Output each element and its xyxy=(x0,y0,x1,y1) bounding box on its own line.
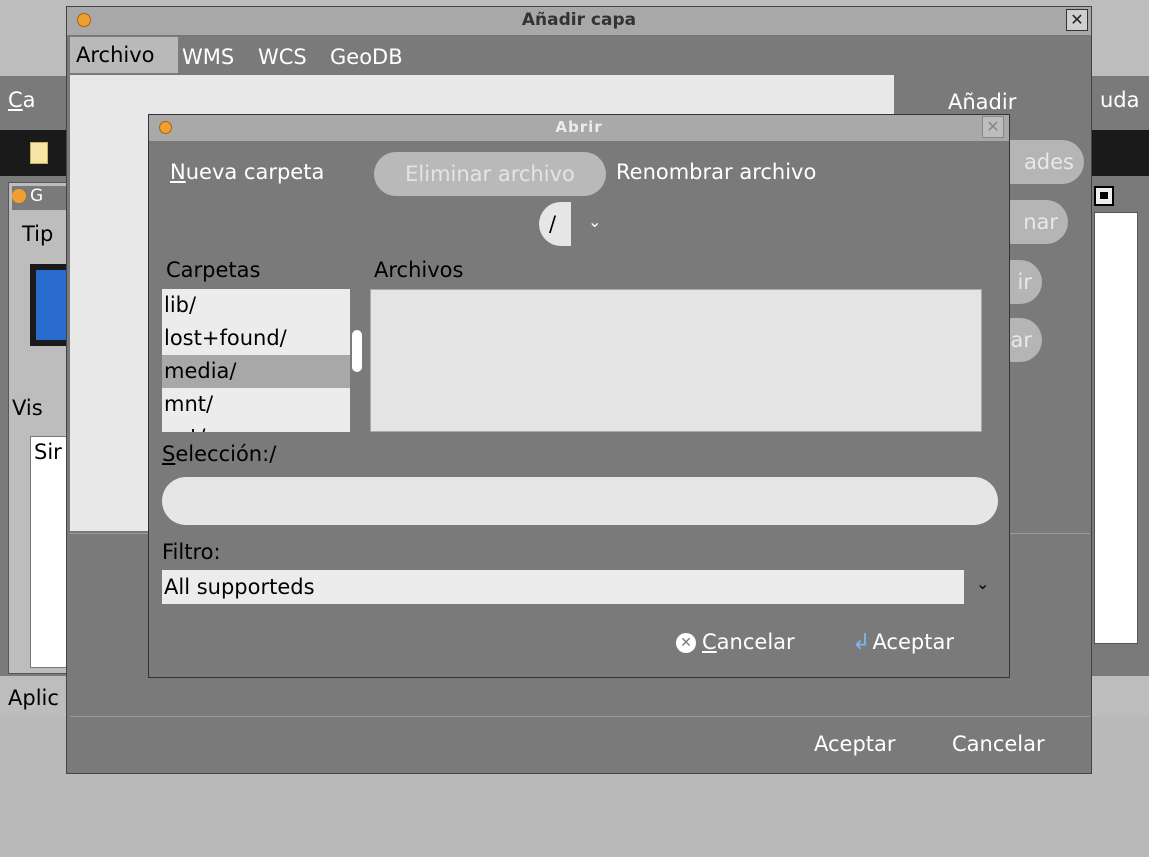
new-folder-button[interactable]: Nueva carpeta xyxy=(170,160,324,184)
layers-icon[interactable] xyxy=(30,264,70,346)
accept-button[interactable]: Aceptar xyxy=(814,732,896,756)
list-item[interactable]: lost+found/ xyxy=(162,322,350,355)
list-item[interactable]: opt/ xyxy=(162,421,350,432)
enter-arrow-icon: ↲ xyxy=(852,630,871,655)
filter-label: Filtro: xyxy=(162,540,221,564)
list-item[interactable]: mnt/ xyxy=(162,388,350,421)
divider xyxy=(70,716,1090,717)
list-item[interactable]: lib/ xyxy=(162,289,350,322)
filter-select[interactable]: All supporteds xyxy=(162,570,964,604)
tab-wcs[interactable]: WCS xyxy=(258,37,307,73)
background-right-panel xyxy=(1094,212,1138,644)
background-label-tipo: Tip xyxy=(22,222,54,246)
add-button[interactable]: Añadir xyxy=(948,90,1016,114)
background-list-item[interactable]: Sir xyxy=(34,440,62,464)
folders-list[interactable]: lib/ lost+found/ media/ mnt/ opt/ xyxy=(162,289,350,432)
add-layer-title: Añadir capa xyxy=(521,10,637,30)
files-list[interactable] xyxy=(370,289,982,432)
chevron-down-icon[interactable]: ⌄ xyxy=(976,574,989,593)
background-menu-item[interactable]: Ca xyxy=(8,88,36,112)
delete-file-button[interactable]: Eliminar archivo xyxy=(374,152,606,196)
open-file-titlebar: Abrir xyxy=(149,115,1009,141)
chevron-down-icon[interactable]: ⌄ xyxy=(588,212,601,231)
background-label-vis: Vis xyxy=(12,396,43,420)
tab-archivo[interactable]: Archivo xyxy=(70,37,178,73)
selection-input[interactable] xyxy=(162,477,998,525)
background-menu-item-help[interactable]: uda xyxy=(1100,88,1140,112)
cancel-button[interactable]: Cancelar xyxy=(952,732,1045,756)
accept-button[interactable]: ↲Aceptar xyxy=(852,630,954,655)
folders-label: Carpetas xyxy=(166,258,261,282)
files-scrollbar[interactable] xyxy=(982,289,996,432)
open-file-title: Abrir xyxy=(555,118,603,136)
cancel-button[interactable]: ✕ Cancelar xyxy=(676,630,795,654)
list-item-selected[interactable]: media/ xyxy=(162,355,350,388)
path-value: / xyxy=(549,212,557,236)
add-layer-titlebar: Añadir capa xyxy=(67,7,1091,36)
cancel-icon: ✕ xyxy=(676,633,696,653)
folders-scroll-thumb[interactable] xyxy=(352,330,362,372)
close-icon[interactable]: ✕ xyxy=(1066,9,1088,31)
files-label: Archivos xyxy=(374,258,464,282)
rename-file-button[interactable]: Renombrar archivo xyxy=(616,160,816,184)
selection-label: Selección:/ xyxy=(162,442,277,466)
close-icon[interactable]: ✕ xyxy=(982,116,1004,138)
maximize-icon[interactable] xyxy=(1094,186,1114,206)
new-document-icon[interactable] xyxy=(30,142,48,164)
tab-geodb[interactable]: GeoDB xyxy=(330,37,403,73)
tab-wms[interactable]: WMS xyxy=(182,37,234,73)
background-status-text: Aplic xyxy=(8,686,59,710)
background-window-title: G xyxy=(12,186,72,210)
window-dot-icon xyxy=(12,189,26,203)
